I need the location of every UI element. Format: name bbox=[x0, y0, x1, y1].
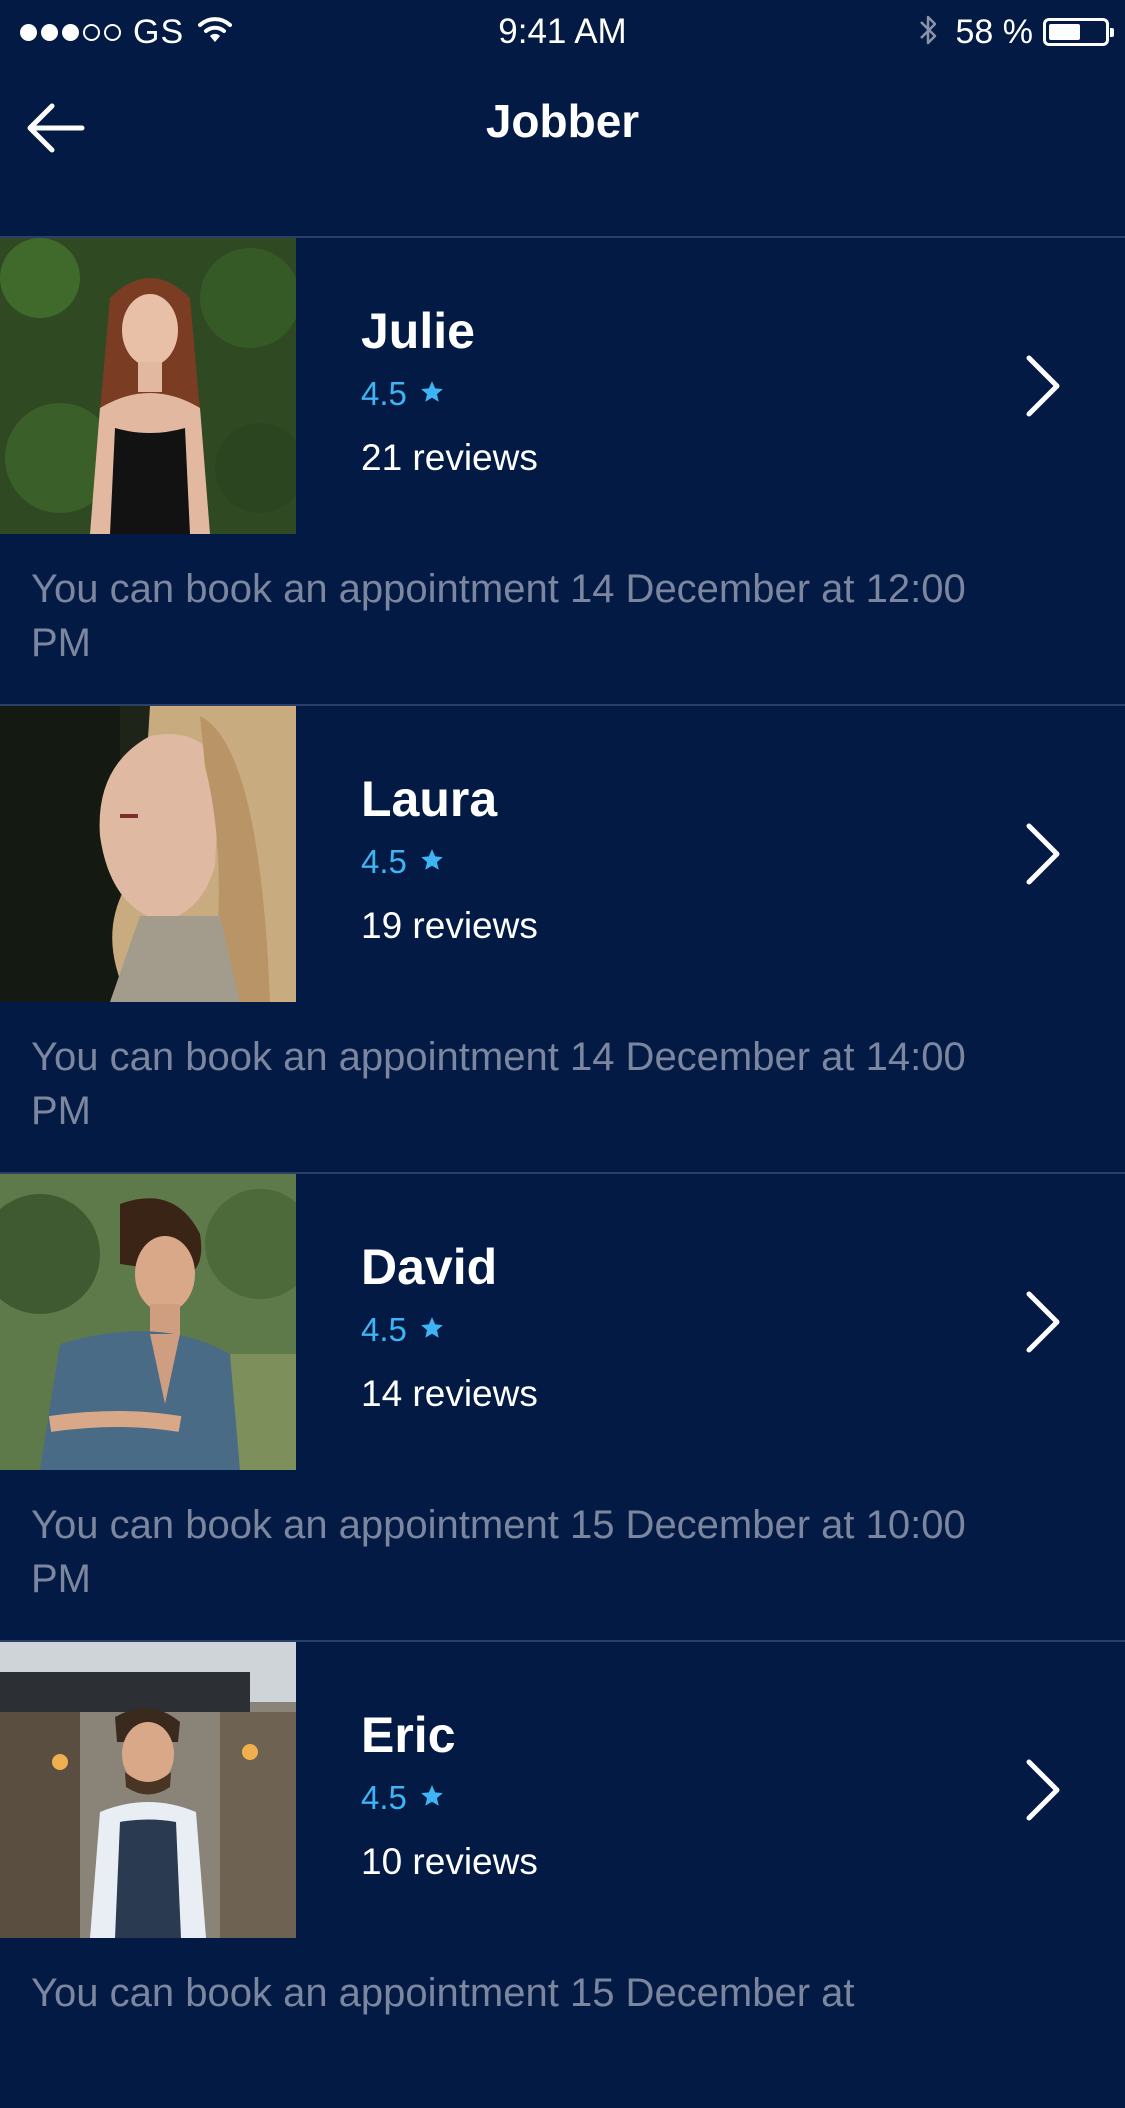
availability-text: You can book an appointment 15 December … bbox=[31, 1971, 855, 2015]
jobber-reviews: 10 reviews bbox=[361, 1841, 538, 1882]
battery-fill bbox=[1049, 24, 1080, 40]
jobber-photo bbox=[0, 238, 296, 534]
jobber-name: Julie bbox=[361, 303, 475, 359]
jobber-card: Laura 4.5 19 reviews You can book an app… bbox=[0, 704, 1125, 1172]
jobber-card: David 4.5 14 reviews You can book an app… bbox=[0, 1172, 1125, 1640]
jobber-reviews: 21 reviews bbox=[361, 437, 538, 478]
jobber-row[interactable]: David 4.5 14 reviews bbox=[0, 1174, 1125, 1470]
star-icon bbox=[419, 1311, 445, 1349]
status-bar: GS 9:41 AM 58 % bbox=[0, 0, 1125, 64]
chevron-right-icon bbox=[1026, 355, 1060, 417]
availability-text: You can book an appointment 15 December … bbox=[31, 1503, 966, 1601]
battery-icon bbox=[1043, 18, 1114, 46]
jobber-row[interactable]: Julie 4.5 21 reviews bbox=[0, 238, 1125, 534]
chevron-right-icon bbox=[1026, 823, 1060, 885]
star-icon bbox=[419, 843, 445, 881]
jobber-photo bbox=[0, 1642, 296, 1938]
status-right: 58 % bbox=[918, 10, 1114, 54]
jobber-card: Julie 4.5 21 reviews You can book an app… bbox=[0, 236, 1125, 704]
star-icon bbox=[419, 375, 445, 413]
jobber-photo bbox=[0, 706, 296, 1002]
rating-value: 4.5 bbox=[361, 375, 407, 412]
rating-value: 4.5 bbox=[361, 1779, 407, 1816]
chevron-right-icon bbox=[1026, 1759, 1060, 1821]
jobber-name: Eric bbox=[361, 1707, 456, 1763]
jobber-rating: 4.5 bbox=[361, 1779, 445, 1817]
availability-text: You can book an appointment 14 December … bbox=[31, 567, 966, 665]
availability-text: You can book an appointment 14 December … bbox=[31, 1035, 966, 1133]
jobber-name: Laura bbox=[361, 771, 498, 827]
jobber-reviews: 19 reviews bbox=[361, 905, 538, 946]
jobber-row[interactable]: Eric 4.5 10 reviews bbox=[0, 1642, 1125, 1938]
jobber-reviews: 14 reviews bbox=[361, 1373, 538, 1414]
jobber-photo bbox=[0, 1174, 296, 1470]
rating-value: 4.5 bbox=[361, 1311, 407, 1348]
battery-percent: 58 % bbox=[955, 12, 1034, 51]
nav-bar: Jobber bbox=[0, 64, 1125, 190]
jobber-name: David bbox=[361, 1239, 498, 1295]
jobber-row[interactable]: Laura 4.5 19 reviews bbox=[0, 706, 1125, 1002]
star-icon bbox=[419, 1779, 445, 1817]
bluetooth-icon bbox=[918, 12, 938, 53]
jobber-rating: 4.5 bbox=[361, 375, 445, 413]
jobber-rating: 4.5 bbox=[361, 843, 445, 881]
page-title: Jobber bbox=[485, 95, 640, 147]
jobber-card: Eric 4.5 10 reviews You can book an appo… bbox=[0, 1640, 1125, 2108]
chevron-right-icon bbox=[1026, 1291, 1060, 1353]
jobber-list: Julie 4.5 21 reviews You can book an app… bbox=[0, 236, 1125, 2108]
jobber-rating: 4.5 bbox=[361, 1311, 445, 1349]
rating-value: 4.5 bbox=[361, 843, 407, 880]
